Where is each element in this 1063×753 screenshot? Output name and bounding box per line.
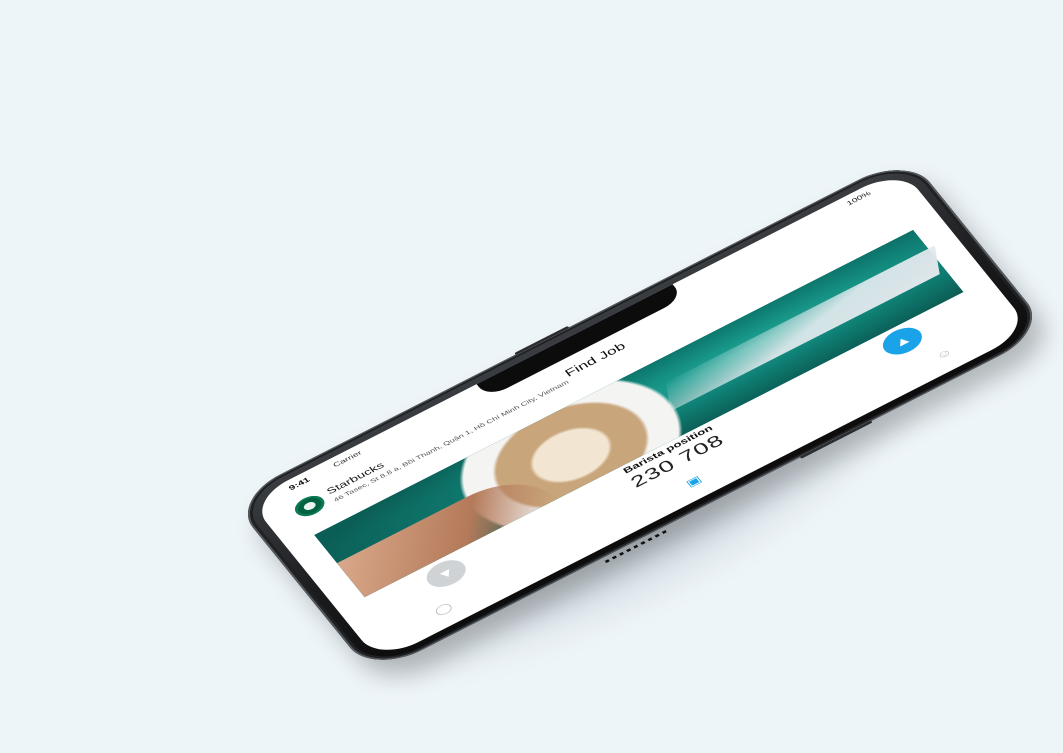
thumbs-up-icon: ▲ xyxy=(890,332,915,351)
status-carrier: Carrier xyxy=(331,449,364,469)
profile-icon: ☺ xyxy=(933,346,956,363)
thumbs-down-icon: ▼ xyxy=(434,564,459,583)
status-battery: 100% xyxy=(845,190,873,208)
tab-profile[interactable]: ☺ xyxy=(926,342,962,367)
cards-icon: ▣ xyxy=(683,474,705,490)
tab-chat[interactable]: ◯ xyxy=(426,597,462,622)
tab-cards[interactable]: ▣ xyxy=(676,469,712,494)
chat-icon: ◯ xyxy=(432,601,456,618)
starbucks-logo-icon xyxy=(290,491,330,521)
status-time: 9:41 xyxy=(287,476,312,493)
